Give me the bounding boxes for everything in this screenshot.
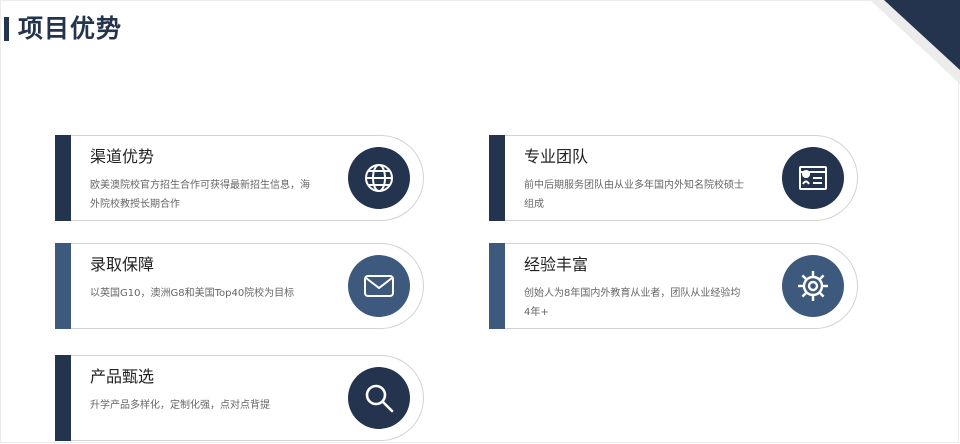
card-description: 创始人为8年国内外教育从业者，团队从业经验均4年+: [524, 288, 741, 318]
card-title: 录取保障: [90, 255, 155, 274]
page-title: 项目优势: [18, 14, 123, 43]
card-title: 产品甄选: [90, 367, 155, 386]
card-title: 经验丰富: [524, 255, 589, 274]
globe-icon: [348, 147, 410, 209]
card-description: 以英国G10，澳洲G8和美国Top40院校为目标: [90, 288, 295, 299]
card-accent-bar: [55, 135, 71, 221]
card-rich-experience: 经验丰富 创始人为8年国内外教育从业者，团队从业经验均4年+: [489, 243, 858, 329]
card-title: 渠道优势: [90, 147, 155, 166]
card-product-selection: 产品甄选 升学产品多样化，定制化强，点对点背提: [55, 355, 424, 441]
card-admission-guarantee: 录取保障 以英国G10，澳洲G8和美国Top40院校为目标: [55, 243, 424, 329]
id-card-icon: [782, 147, 844, 209]
card-accent-bar: [55, 355, 71, 441]
card-description: 欧美澳院校官方招生合作可获得最新招生信息，海外院校教授长期合作: [90, 180, 310, 210]
card-title: 专业团队: [524, 147, 589, 166]
card-channel-advantage: 渠道优势 欧美澳院校官方招生合作可获得最新招生信息，海外院校教授长期合作: [55, 135, 424, 221]
card-accent-bar: [489, 135, 505, 221]
card-accent-bar: [55, 243, 71, 329]
envelope-icon: [348, 255, 410, 317]
card-description: 前中后期服务团队由从业多年国内外知名院校硕士组成: [524, 180, 744, 210]
card-professional-team: 专业团队 前中后期服务团队由从业多年国内外知名院校硕士组成: [489, 135, 858, 221]
search-icon: [348, 367, 410, 429]
card-description: 升学产品多样化，定制化强，点对点背提: [90, 400, 270, 411]
corner-decoration: [870, 0, 960, 84]
card-accent-bar: [489, 243, 505, 329]
title-accent-bar: [4, 17, 9, 41]
gear-icon: [782, 255, 844, 317]
